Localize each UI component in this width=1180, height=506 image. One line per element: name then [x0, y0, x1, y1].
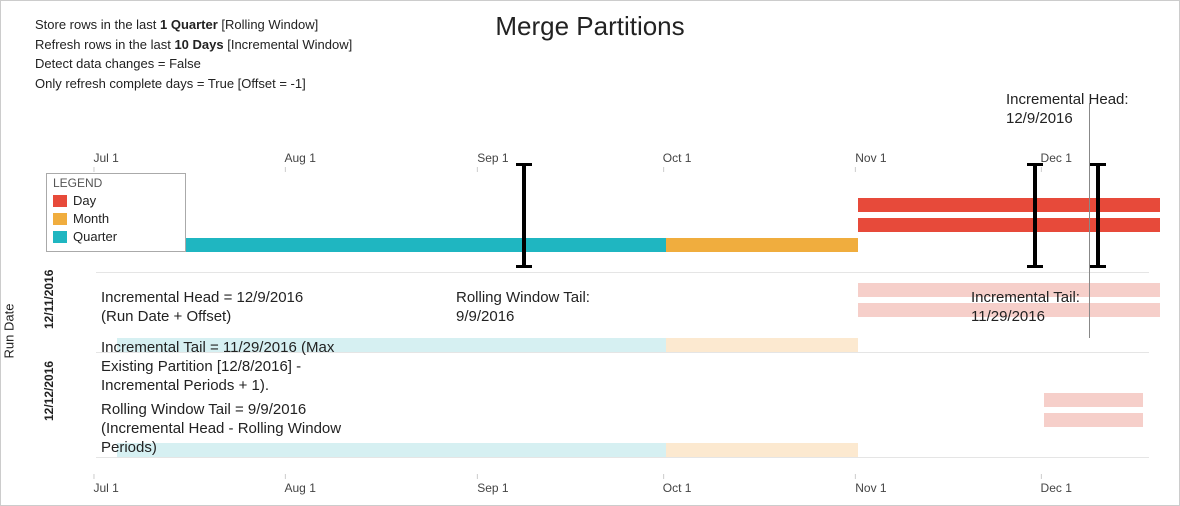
marker-incremental-head [1096, 163, 1100, 268]
legend-item-quarter: Quarter [53, 228, 179, 246]
block-run1-month [666, 338, 859, 352]
legend: LEGEND Day Month Quarter [46, 173, 186, 252]
ann-inc-tail-short: Incremental Tail: 11/29/2016 [971, 289, 1080, 327]
block-quarter [112, 238, 666, 252]
legend-item-month: Month [53, 210, 179, 228]
block-month [666, 238, 859, 252]
ann-roll-tail-short: Rolling Window Tail: 9/9/2016 [456, 289, 590, 327]
day-swatch-icon [53, 195, 67, 207]
marker-incremental-tail [1033, 163, 1037, 268]
x-axis-bottom: Jul 1 Aug 1 Sep 1 Oct 1 Nov 1 Dec 1 [96, 481, 1149, 501]
ann-inc-head-top: Incremental Head: 12/9/2016 [1006, 91, 1129, 129]
legend-item-day: Day [53, 192, 179, 210]
ann-inc-head: Incremental Head = 12/9/2016 (Run Date +… [101, 289, 401, 327]
ann-roll-tail: Rolling Window Tail = 9/9/2016 (Incremen… [101, 401, 401, 457]
legend-title: LEGEND [53, 176, 179, 190]
quarter-swatch-icon [53, 231, 67, 243]
month-swatch-icon [53, 213, 67, 225]
y-axis-label: Run Date [2, 304, 17, 359]
x-axis-top: Jul 1 Aug 1 Sep 1 Oct 1 Nov 1 Dec 1 [96, 151, 1149, 171]
run-date-1: 12/11/2016 [42, 270, 56, 329]
ann-inc-tail: Incremental Tail = 11/29/2016 (Max Exist… [101, 339, 401, 395]
block-run2-month [666, 443, 859, 457]
guide-incremental-head [1089, 103, 1090, 338]
settings-block: Store rows in the last 1 Quarter [Rollin… [35, 15, 352, 93]
run-date-2: 12/12/2016 [42, 361, 56, 421]
marker-rolling-tail [522, 163, 526, 268]
